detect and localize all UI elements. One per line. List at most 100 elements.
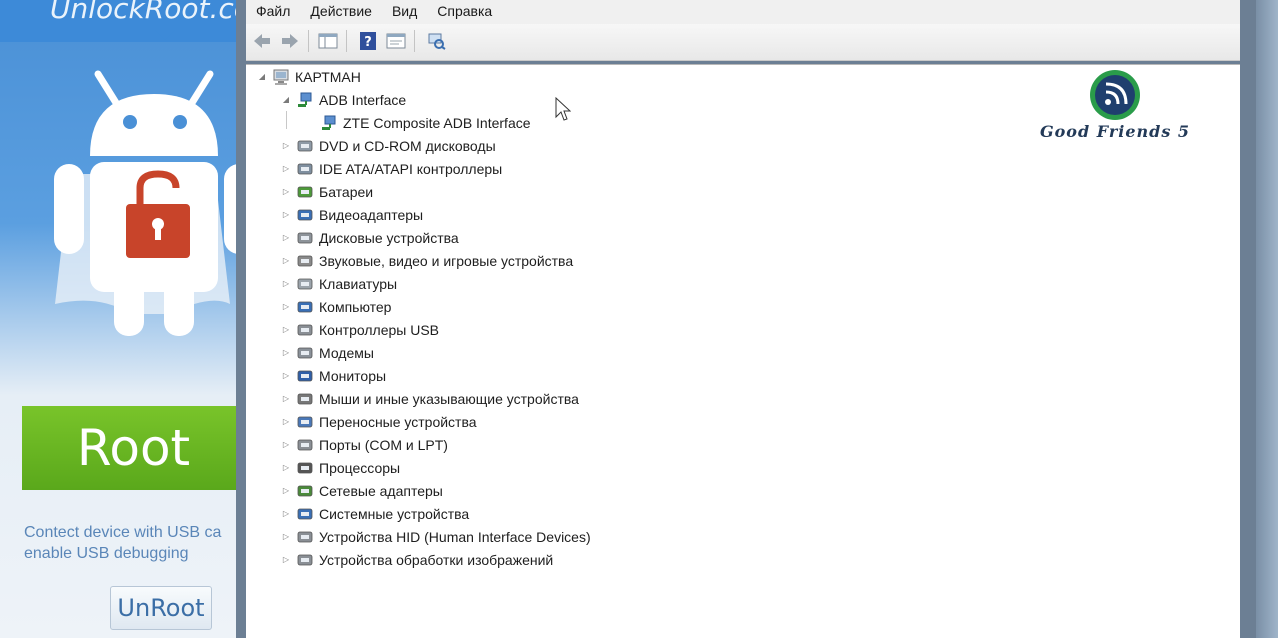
device-category-icon	[296, 206, 314, 224]
svg-text:?: ?	[364, 35, 372, 50]
menu-bar: Файл Действие Вид Справка	[246, 0, 1240, 24]
collapse-triangle-icon[interactable]: ◢	[280, 94, 292, 106]
tree-category-label: Порты (COM и LPT)	[319, 436, 448, 453]
root-button[interactable]: Root	[22, 406, 245, 490]
tree-category[interactable]: ▷ Контроллеры USB	[280, 318, 439, 341]
expand-triangle-icon[interactable]: ▷	[280, 485, 292, 497]
device-category-icon	[296, 528, 314, 546]
unlockroot-app: UnlockRoot.co Root Contect device with U…	[0, 0, 245, 638]
menu-view[interactable]: Вид	[382, 0, 427, 24]
tree-category[interactable]: ▷ Процессоры	[280, 456, 400, 479]
properties-icon[interactable]	[384, 30, 408, 52]
tree-category-label: Системные устройства	[319, 505, 470, 522]
expand-triangle-icon[interactable]: ▷	[280, 347, 292, 359]
tree-category-label: Батареи	[319, 183, 374, 200]
tree-category-label: Устройства обработки изображений	[319, 551, 554, 568]
tree-category[interactable]: ▷ Устройства обработки изображений	[280, 548, 553, 571]
tree-group-label: ADB Interface	[319, 91, 407, 108]
device-tree: ◢ КАРТМАН ◢ ADB Interface ZTE Composite …	[246, 64, 1240, 638]
device-category-icon	[296, 390, 314, 408]
expand-triangle-icon[interactable]: ▷	[280, 416, 292, 428]
tree-category-label: Звуковые, видео и игровые устройства	[319, 252, 574, 269]
expand-triangle-icon[interactable]: ▷	[280, 462, 292, 474]
tree-root-node[interactable]: ◢ КАРТМАН	[256, 65, 361, 88]
tree-category[interactable]: ▷ Мониторы	[280, 364, 386, 387]
wifi-logo-icon	[1090, 70, 1140, 120]
device-category-icon	[296, 137, 314, 155]
tree-category[interactable]: ▷ Мыши и иные указывающие устройства	[280, 387, 579, 410]
tree-category[interactable]: ▷ Сетевые адаптеры	[280, 479, 443, 502]
tree-category-label: Мыши и иные указывающие устройства	[319, 390, 579, 407]
toolbar-separator	[346, 30, 347, 52]
tree-category[interactable]: ▷ Батареи	[280, 180, 373, 203]
network-device-icon	[296, 91, 314, 109]
tree-device-zte-adb[interactable]: ZTE Composite ADB Interface	[320, 111, 531, 134]
tree-category[interactable]: ▷ Системные устройства	[280, 502, 469, 525]
tree-category-label: Сетевые адаптеры	[319, 482, 443, 499]
device-category-icon	[296, 252, 314, 270]
tree-category[interactable]: ▷ IDE ATA/ATAPI контроллеры	[280, 157, 502, 180]
expand-triangle-icon[interactable]: ▷	[280, 393, 292, 405]
tree-guide-line	[286, 111, 287, 129]
tree-category-label: Переносные устройства	[319, 413, 477, 430]
scan-hardware-icon[interactable]	[424, 30, 448, 52]
tree-category-label: DVD и CD-ROM дисководы	[319, 137, 496, 154]
window-glass-edge	[1256, 0, 1278, 638]
expand-triangle-icon[interactable]: ▷	[280, 209, 292, 221]
unroot-button[interactable]: UnRoot	[110, 586, 212, 630]
expand-triangle-icon[interactable]: ▷	[280, 255, 292, 267]
tree-category[interactable]: ▷ Компьютер	[280, 295, 392, 318]
expand-triangle-icon[interactable]: ▷	[280, 301, 292, 313]
menu-file[interactable]: Файл	[246, 0, 300, 24]
toolbar-separator	[308, 30, 309, 52]
expand-triangle-icon[interactable]: ▷	[280, 163, 292, 175]
mouse-cursor-icon	[555, 97, 571, 121]
tree-category[interactable]: ▷ Переносные устройства	[280, 410, 477, 433]
expand-triangle-icon[interactable]: ▷	[280, 439, 292, 451]
tree-root-label: КАРТМАН	[295, 68, 361, 85]
menu-action[interactable]: Действие	[300, 0, 382, 24]
tree-group-adb[interactable]: ◢ ADB Interface	[280, 88, 406, 111]
tree-category-label: Мониторы	[319, 367, 387, 384]
expand-triangle-icon[interactable]: ▷	[280, 508, 292, 520]
tree-category-label: Устройства HID (Human Interface Devices)	[319, 528, 591, 545]
forward-arrow-icon[interactable]	[278, 30, 302, 52]
android-robot-icon	[54, 70, 240, 336]
tree-category[interactable]: ▷ Модемы	[280, 341, 374, 364]
toolbar: ?	[246, 24, 1240, 61]
expand-triangle-icon[interactable]: ▷	[280, 531, 292, 543]
toolbar-separator	[414, 30, 415, 52]
connect-hint-line2: enable USB debugging	[24, 545, 189, 562]
expand-triangle-icon[interactable]: ▷	[280, 140, 292, 152]
device-category-icon	[296, 459, 314, 477]
device-category-icon	[296, 275, 314, 293]
back-arrow-icon[interactable]	[250, 30, 274, 52]
tree-device-label: ZTE Composite ADB Interface	[343, 114, 531, 131]
device-category-icon	[296, 482, 314, 500]
device-category-icon	[296, 321, 314, 339]
expand-triangle-icon[interactable]: ▷	[280, 554, 292, 566]
title-speech-tail	[155, 30, 175, 40]
expand-triangle-icon[interactable]: ▷	[280, 278, 292, 290]
unlockroot-title: UnlockRoot.co	[50, 0, 245, 25]
expand-triangle-icon[interactable]: ▷	[280, 186, 292, 198]
device-category-icon	[296, 413, 314, 431]
console-tree-icon[interactable]	[316, 30, 340, 52]
menu-help[interactable]: Справка	[427, 0, 502, 24]
tree-category[interactable]: ▷ Устройства HID (Human Interface Devices…	[280, 525, 591, 548]
expand-triangle-icon[interactable]: ▷	[280, 232, 292, 244]
tree-category[interactable]: ▷ Клавиатуры	[280, 272, 397, 295]
device-category-icon	[296, 367, 314, 385]
tree-category[interactable]: ▷ DVD и CD-ROM дисководы	[280, 134, 496, 157]
tree-category[interactable]: ▷ Видеоадаптеры	[280, 203, 423, 226]
device-category-icon	[296, 505, 314, 523]
tree-category-label: Клавиатуры	[319, 275, 398, 292]
tree-category-label: Процессоры	[319, 459, 401, 476]
tree-category[interactable]: ▷ Дисковые устройства	[280, 226, 459, 249]
expand-triangle-icon[interactable]: ▷	[280, 324, 292, 336]
tree-category[interactable]: ▷ Порты (COM и LPT)	[280, 433, 448, 456]
help-icon[interactable]: ?	[356, 30, 380, 52]
tree-category[interactable]: ▷ Звуковые, видео и игровые устройства	[280, 249, 573, 272]
expand-triangle-icon[interactable]: ▷	[280, 370, 292, 382]
collapse-triangle-icon[interactable]: ◢	[256, 71, 268, 83]
